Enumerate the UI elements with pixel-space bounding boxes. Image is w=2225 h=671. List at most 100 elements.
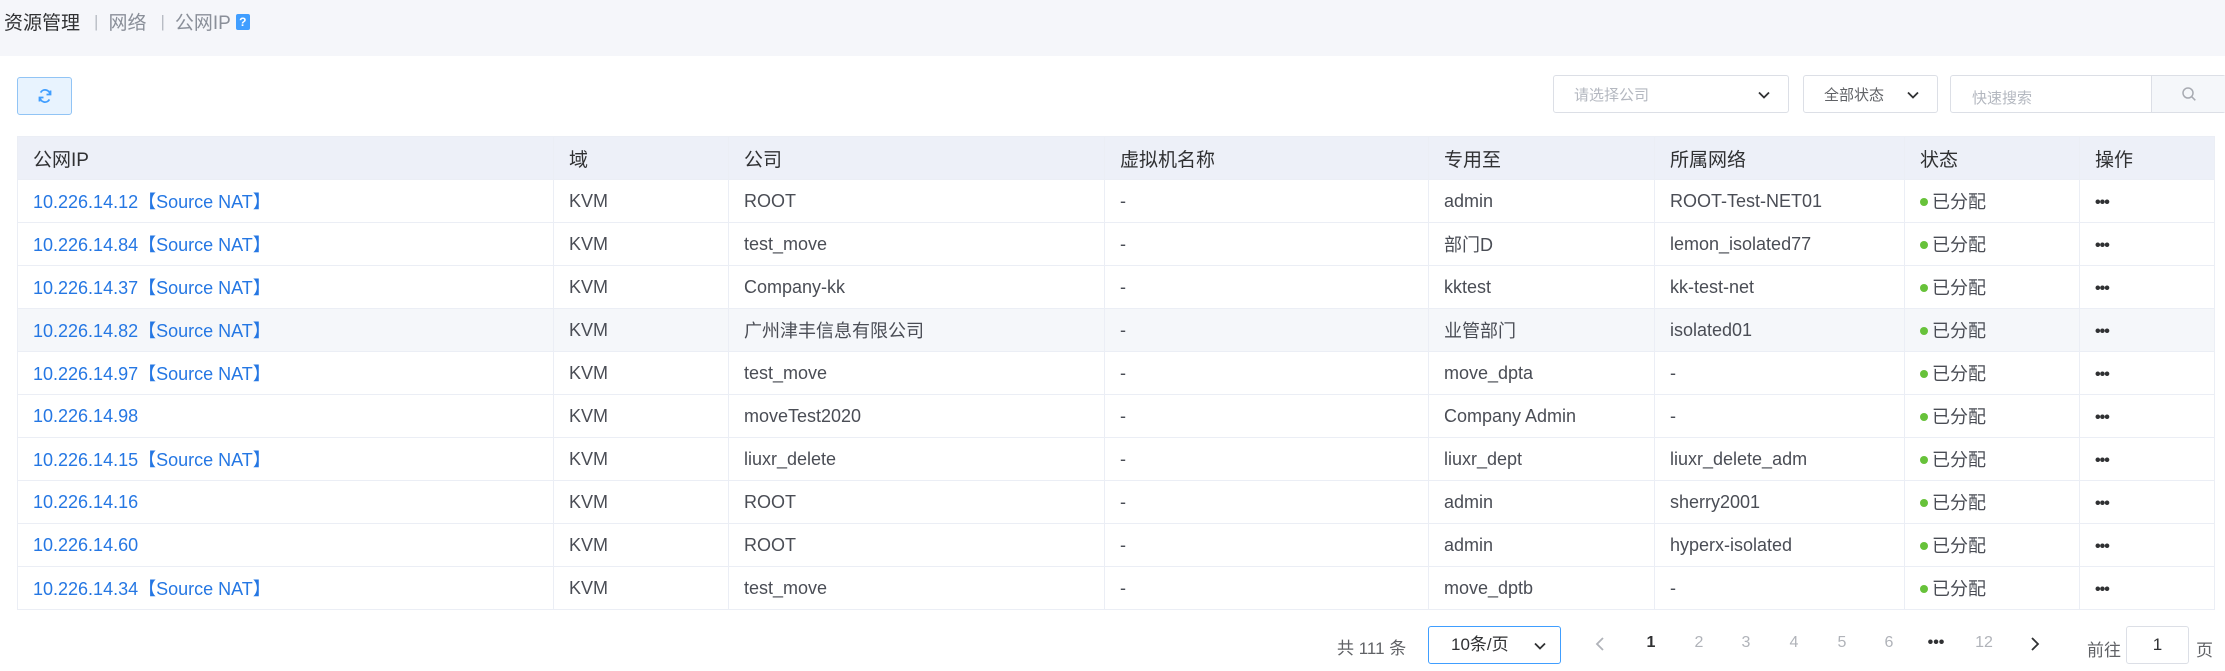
breadcrumb-root[interactable]: 资源管理 <box>4 8 80 35</box>
public-ip-link[interactable]: 10.226.14.98 <box>33 406 138 426</box>
public-ip-link[interactable]: 10.226.14.97【Source NAT】 <box>33 364 271 384</box>
table-row[interactable]: 10.226.14.82【Source NAT】 KVM 广州津丰信息有限公司 - 业管… <box>17 308 2215 352</box>
goto-label: 前往 <box>2087 641 2121 660</box>
search-button[interactable] <box>2151 76 2225 112</box>
more-actions-icon[interactable]: ••• <box>2095 452 2110 469</box>
cell-status: 已分配 <box>1904 265 2080 309</box>
cell-public-ip: 10.226.14.84【Source NAT】 <box>17 222 554 266</box>
cell-company: moveTest2020 <box>728 394 1105 438</box>
table-header-row: 公网IP 域 公司 虚拟机名称 专用至 所属网络 状态 操作 <box>17 136 2215 180</box>
cell-dedicated-to: admin <box>1428 480 1655 524</box>
cell-network: kk-test-net <box>1654 265 1905 309</box>
status-select[interactable]: 全部状态 <box>1803 75 1938 113</box>
cell-domain: KVM <box>553 437 729 481</box>
page-number[interactable]: 6 <box>1874 634 1904 652</box>
public-ip-link[interactable]: 10.226.14.34【Source NAT】 <box>33 579 271 599</box>
more-actions-icon[interactable]: ••• <box>2095 194 2110 211</box>
page-number[interactable]: 2 <box>1684 634 1714 652</box>
company-select[interactable]: 请选择公司 <box>1553 75 1789 113</box>
cell-domain: KVM <box>553 351 729 395</box>
table-row[interactable]: 10.226.14.34【Source NAT】 KVM test_move - mov… <box>17 566 2215 610</box>
page-number[interactable]: 4 <box>1779 634 1809 652</box>
page-number[interactable]: 12 <box>1969 634 1999 652</box>
cell-dedicated-to: move_dptb <box>1428 566 1655 610</box>
more-actions-icon[interactable]: ••• <box>2095 366 2110 383</box>
cell-domain: KVM <box>553 394 729 438</box>
status-dot-icon <box>1920 456 1928 465</box>
more-pages-icon[interactable]: ••• <box>1921 634 1951 652</box>
cell-vm-name: - <box>1104 351 1429 395</box>
cell-vm-name: - <box>1104 566 1429 610</box>
chevron-down-icon <box>1534 642 1546 650</box>
cell-network: lemon_isolated77 <box>1654 222 1905 266</box>
status-dot-icon <box>1920 241 1928 250</box>
cell-network: hyperx-isolated <box>1654 523 1905 567</box>
more-actions-icon[interactable]: ••• <box>2095 237 2110 254</box>
public-ip-link[interactable]: 10.226.14.37【Source NAT】 <box>33 278 271 298</box>
cell-actions: ••• <box>2079 351 2215 395</box>
cell-public-ip: 10.226.14.16 <box>17 480 554 524</box>
goto-page-input[interactable]: 1 <box>2126 626 2189 664</box>
more-actions-icon[interactable]: ••• <box>2095 538 2110 555</box>
cell-actions: ••• <box>2079 480 2215 524</box>
more-actions-icon[interactable]: ••• <box>2095 323 2110 340</box>
cell-status: 已分配 <box>1904 566 2080 610</box>
cell-network: - <box>1654 566 1905 610</box>
cell-public-ip: 10.226.14.34【Source NAT】 <box>17 566 554 610</box>
header-company: 公司 <box>728 136 1105 180</box>
page-number[interactable]: 5 <box>1827 634 1857 652</box>
breadcrumb-network[interactable]: 网络 <box>108 8 146 35</box>
cell-vm-name: - <box>1104 480 1429 524</box>
table-row[interactable]: 10.226.14.60 KVM ROOT - admin hyperx-isolated… <box>17 523 2215 567</box>
table-row[interactable]: 10.226.14.15【Source NAT】 KVM liuxr_delete -… <box>17 437 2215 481</box>
table-row[interactable]: 10.226.14.16 KVM ROOT - admin sherry2001 已分配 ••… <box>17 480 2215 524</box>
public-ip-link[interactable]: 10.226.14.82【Source NAT】 <box>33 321 271 341</box>
table-row[interactable]: 10.226.14.84【Source NAT】 KVM test_move - 部门D… <box>17 222 2215 266</box>
more-actions-icon[interactable]: ••• <box>2095 280 2110 297</box>
more-actions-icon[interactable]: ••• <box>2095 495 2110 512</box>
table-row[interactable]: 10.226.14.97【Source NAT】 KVM test_move - mov… <box>17 351 2215 395</box>
search-box: 快速搜索 <box>1950 75 2225 113</box>
prev-page-icon[interactable] <box>1592 634 1608 654</box>
status-dot-icon <box>1920 327 1928 336</box>
cell-status: 已分配 <box>1904 480 2080 524</box>
more-actions-icon[interactable]: ••• <box>2095 581 2110 598</box>
cell-actions: ••• <box>2079 265 2215 309</box>
top-bar: 资源管理 | 网络 | 公网IP ? <box>0 0 2225 56</box>
chevron-down-icon <box>1907 91 1919 99</box>
public-ip-link[interactable]: 10.226.14.15【Source NAT】 <box>33 450 271 470</box>
cell-actions: ••• <box>2079 437 2215 481</box>
page-size-select[interactable]: 10条/页 <box>1428 626 1561 664</box>
header-network: 所属网络 <box>1654 136 1905 180</box>
public-ip-table: 公网IP 域 公司 虚拟机名称 专用至 所属网络 状态 操作 10.226.14… <box>17 136 2215 610</box>
page-number[interactable]: 1 <box>1636 634 1666 652</box>
search-input[interactable]: 快速搜索 <box>1972 87 2032 108</box>
breadcrumb-public-ip: 公网IP <box>174 13 231 34</box>
cell-network: liuxr_delete_adm <box>1654 437 1905 481</box>
cell-network: isolated01 <box>1654 308 1905 352</box>
public-ip-link[interactable]: 10.226.14.12【Source NAT】 <box>33 192 271 212</box>
cell-dedicated-to: 业管部门 <box>1428 308 1655 352</box>
cell-network: - <box>1654 351 1905 395</box>
table-row[interactable]: 10.226.14.37【Source NAT】 KVM Company-kk - kk… <box>17 265 2215 309</box>
page-size-value: 10条/页 <box>1451 635 1509 654</box>
help-icon[interactable]: ? <box>235 13 250 30</box>
table-row[interactable]: 10.226.14.98 KVM moveTest2020- Company Admi… <box>17 394 2215 438</box>
cell-status: 已分配 <box>1904 523 2080 567</box>
status-text: 已分配 <box>1932 493 1986 513</box>
cell-actions: ••• <box>2079 179 2215 223</box>
table-row[interactable]: 10.226.14.12【Source NAT】 KVM ROOT - admin ROO… <box>17 179 2215 223</box>
cell-vm-name: - <box>1104 265 1429 309</box>
public-ip-link[interactable]: 10.226.14.16 <box>33 492 138 512</box>
header-dedicated-to: 专用至 <box>1428 136 1655 180</box>
next-page-icon[interactable] <box>2027 634 2043 654</box>
cell-domain: KVM <box>553 566 729 610</box>
refresh-button[interactable] <box>17 77 72 115</box>
cell-actions: ••• <box>2079 566 2215 610</box>
public-ip-link[interactable]: 10.226.14.60 <box>33 535 138 555</box>
cell-company: liuxr_delete <box>728 437 1105 481</box>
search-icon <box>2181 87 2196 101</box>
page-number[interactable]: 3 <box>1731 634 1761 652</box>
public-ip-link[interactable]: 10.226.14.84【Source NAT】 <box>33 235 271 255</box>
more-actions-icon[interactable]: ••• <box>2095 409 2110 426</box>
